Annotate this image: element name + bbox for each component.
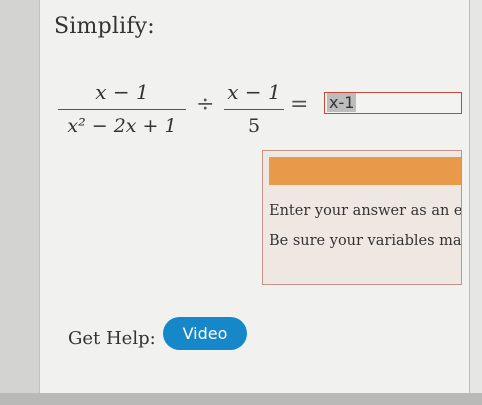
footer-band xyxy=(0,393,482,405)
get-help-label: Get Help: xyxy=(68,328,156,349)
answer-input[interactable]: x-1 xyxy=(324,92,462,114)
right-edge-panel xyxy=(469,0,482,405)
hint-header-bar xyxy=(269,157,461,185)
fraction-2-bar xyxy=(224,109,284,110)
fraction-2: x − 1 5 xyxy=(224,80,284,137)
video-button[interactable]: Video xyxy=(163,317,247,350)
hint-box: Enter your answer as an exp Be sure your… xyxy=(262,150,462,285)
fraction-1-bar xyxy=(58,109,186,110)
fraction-2-denominator: 5 xyxy=(247,115,261,137)
hint-line-2: Be sure your variables matc xyxy=(269,233,462,249)
hint-line-1: Enter your answer as an exp xyxy=(269,203,462,219)
fraction-1: x − 1 x² − 2x + 1 xyxy=(58,80,186,137)
divide-symbol: ÷ xyxy=(196,92,215,117)
fraction-1-denominator: x² − 2x + 1 xyxy=(67,115,177,137)
answer-text: x-1 xyxy=(327,93,357,112)
prompt-title: Simplify: xyxy=(54,14,155,39)
equals-symbol: = xyxy=(290,92,309,117)
fraction-2-numerator: x − 1 xyxy=(227,80,281,104)
fraction-1-numerator: x − 1 xyxy=(95,80,149,104)
left-rail xyxy=(0,0,39,405)
